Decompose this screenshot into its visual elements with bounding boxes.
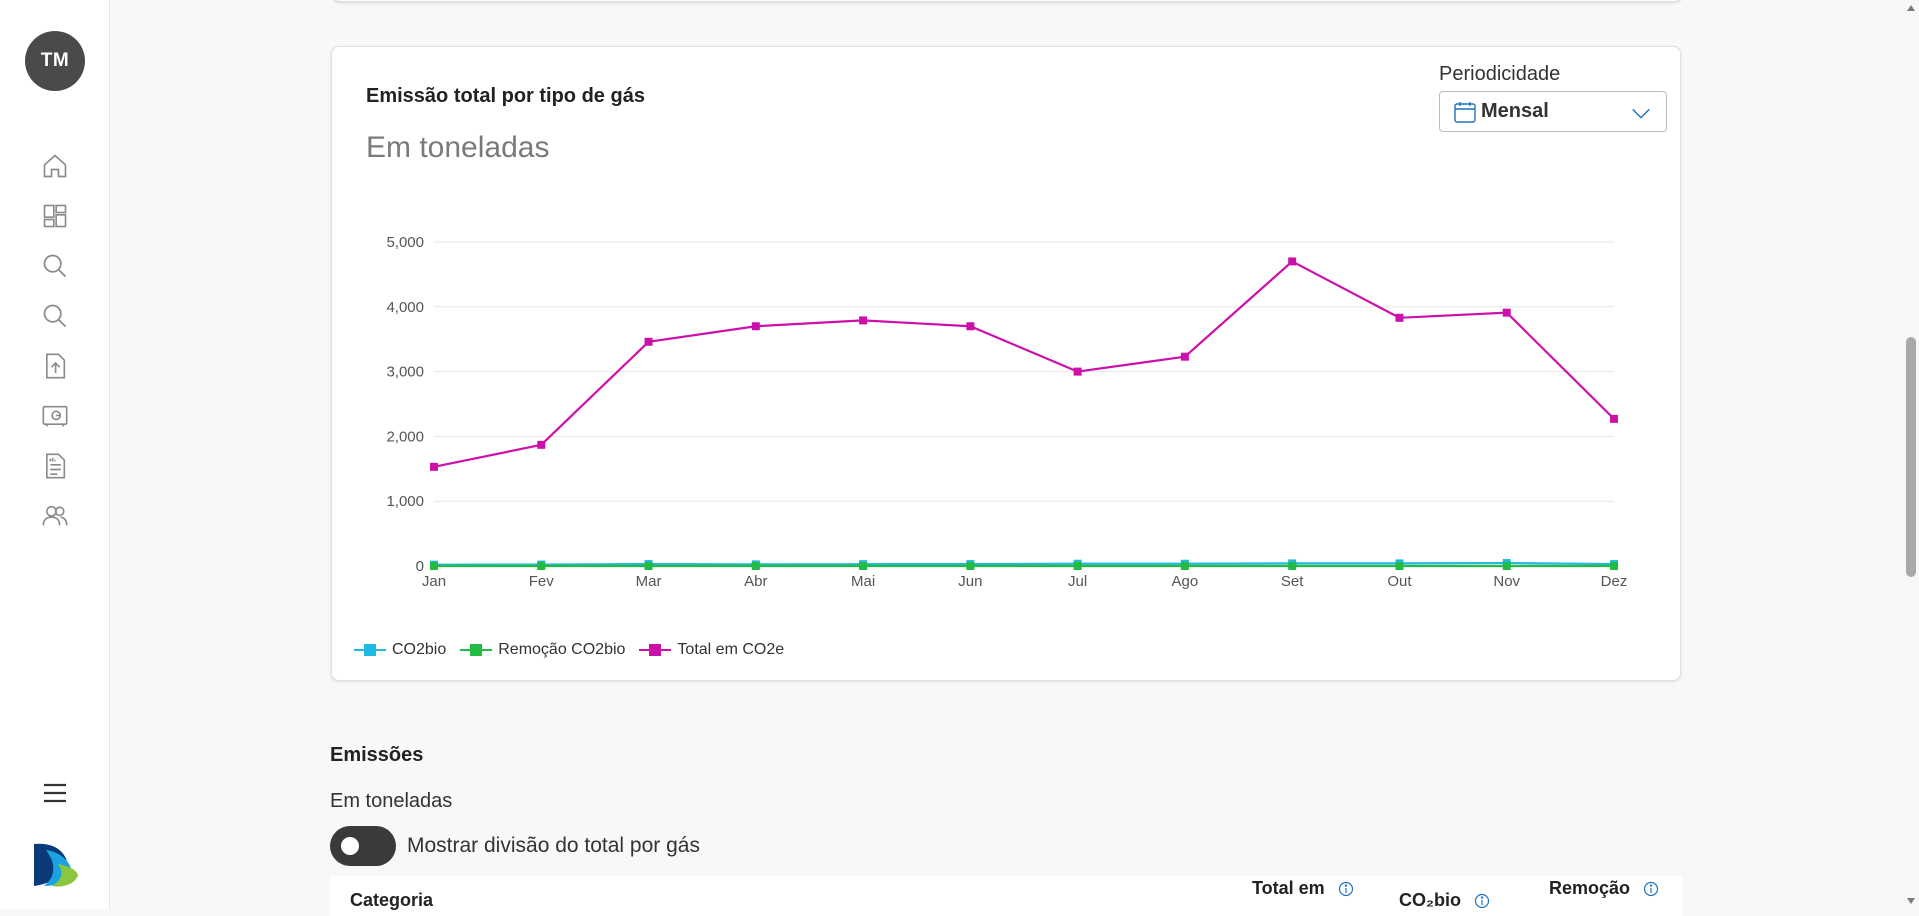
x-tick-label: Fev	[529, 573, 555, 590]
x-tick-label: Jan	[422, 573, 446, 590]
table-header-remocao[interactable]: Remoção	[1549, 878, 1659, 899]
legend-label: Total em CO2e	[677, 641, 785, 658]
data-point	[644, 337, 653, 346]
y-tick-label: 1,000	[386, 493, 424, 510]
previous-card-edge	[333, 0, 1681, 2]
emissions-title: Emissões	[330, 744, 424, 766]
x-tick-label: Jul	[1068, 573, 1087, 590]
x-tick-label: Ago	[1172, 573, 1199, 590]
search-icon[interactable]	[40, 251, 70, 281]
emission-chart-card: Emissão total por tipo de gás Em tonelad…	[331, 46, 1681, 681]
data-point	[537, 440, 546, 449]
data-point	[859, 316, 868, 325]
gas-split-toggle-label: Mostrar divisão do total por gás	[407, 834, 700, 857]
users-icon[interactable]	[40, 501, 70, 531]
y-tick-label: 4,000	[386, 299, 424, 316]
data-point	[751, 322, 760, 331]
line-chart: 01,0002,0003,0004,0005,000Jan Fev Mar Abr Ma…	[386, 234, 1628, 590]
data-point	[1180, 562, 1189, 570]
chart-legend: CO2bio Remoção CO2bio Total em CO2e	[354, 641, 798, 659]
y-tick-label: 3,000	[386, 364, 424, 381]
legend-swatch	[639, 644, 672, 656]
legend-label: CO2bio	[392, 641, 447, 658]
data-point	[1502, 562, 1511, 570]
data-point	[537, 562, 546, 570]
legend-label: Remoção CO2bio	[498, 641, 626, 658]
data-point	[859, 562, 868, 570]
avatar[interactable]: TM	[25, 31, 85, 91]
y-tick-label: 2,000	[386, 428, 424, 445]
x-tick-label: Abr	[744, 573, 767, 590]
scroll-down-icon[interactable]	[1906, 896, 1916, 906]
scroll-up-icon[interactable]	[1906, 3, 1916, 13]
series-line-0	[433, 561, 1615, 566]
x-tick-label: Dez	[1601, 573, 1628, 590]
table-header-categoria[interactable]: Categoria	[350, 890, 433, 911]
x-tick-label: Nov	[1493, 573, 1520, 590]
page-scrollbar[interactable]	[1903, 0, 1919, 909]
data-point	[1288, 257, 1297, 266]
vault-icon[interactable]	[40, 401, 70, 431]
data-point	[430, 462, 438, 471]
brand-logo	[32, 840, 80, 888]
y-tick-label: 5,000	[386, 234, 424, 251]
data-point	[1073, 367, 1082, 376]
x-tick-label: Mai	[851, 573, 875, 590]
gas-split-toggle[interactable]	[330, 826, 396, 866]
x-tick-label: Jun	[958, 573, 982, 590]
info-icon[interactable]	[1474, 893, 1490, 909]
data-point	[1395, 313, 1404, 322]
dashboard-icon[interactable]	[40, 201, 70, 231]
data-point	[1610, 562, 1618, 570]
legend-swatch	[354, 644, 386, 656]
avatar-initials: TM	[40, 50, 70, 71]
scrollbar-thumb[interactable]	[1906, 337, 1916, 577]
info-icon[interactable]	[1643, 881, 1659, 897]
toggle-knob	[341, 837, 359, 855]
data-point	[430, 562, 438, 570]
info-icon[interactable]	[1338, 881, 1354, 897]
emissions-table-header: Categoria Total em CO₂bio Remoção	[330, 876, 1682, 916]
x-tick-label: Mar	[636, 573, 662, 590]
table-header-total[interactable]: Total em	[1252, 878, 1354, 899]
report-icon[interactable]	[40, 451, 70, 481]
legend-item[interactable]: CO2bio	[354, 641, 446, 659]
home-icon[interactable]	[40, 151, 70, 181]
emissions-subtitle: Em toneladas	[330, 790, 453, 812]
legend-item[interactable]: Remoção CO2bio	[460, 641, 625, 659]
data-point	[751, 562, 760, 570]
data-point	[1395, 562, 1404, 570]
x-tick-label: Set	[1281, 573, 1304, 590]
legend-item[interactable]: Total em CO2e	[639, 641, 784, 659]
data-point	[966, 562, 975, 570]
menu-icon[interactable]	[40, 778, 70, 808]
data-point	[1288, 562, 1297, 570]
data-point	[1502, 308, 1511, 317]
table-header-co2bio[interactable]: CO₂bio	[1399, 890, 1490, 911]
data-point	[1180, 352, 1189, 361]
data-point	[1610, 414, 1618, 423]
upload-file-icon[interactable]	[40, 351, 70, 381]
data-point	[966, 322, 975, 331]
x-tick-label: Out	[1387, 573, 1412, 590]
sidebar: TM	[0, 0, 110, 909]
data-point	[644, 562, 653, 570]
data-point	[1073, 562, 1082, 570]
search-icon-2[interactable]	[40, 301, 70, 331]
legend-swatch	[460, 644, 493, 656]
